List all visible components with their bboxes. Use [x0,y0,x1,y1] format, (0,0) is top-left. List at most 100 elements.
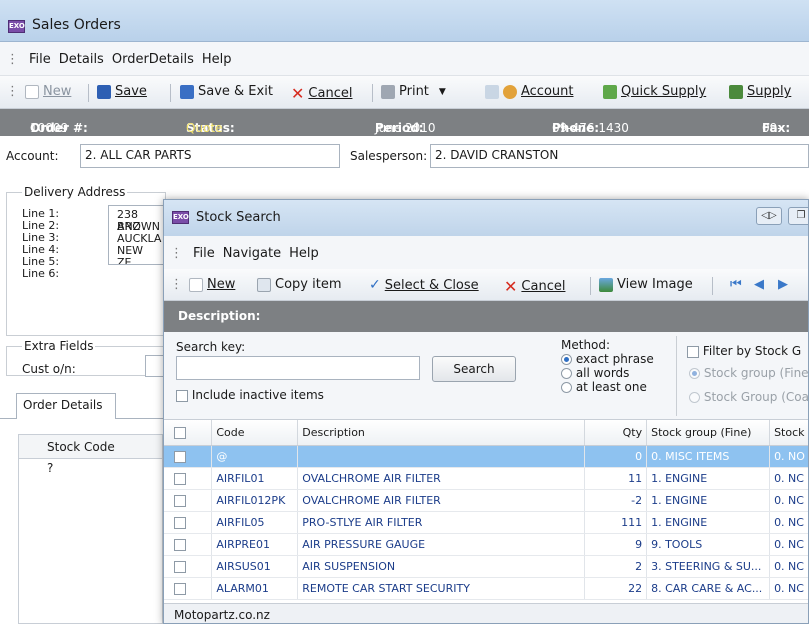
row-checkbox-cell[interactable] [164,555,213,578]
stock-group-coarse-radio[interactable]: Stock Group (Coa [689,390,808,404]
checkbox-icon [174,472,186,485]
stock-group-fine-column-header[interactable]: Stock group (Fine) [646,420,771,446]
search-button[interactable]: Search [432,356,516,382]
stock-group-fine-radio[interactable]: Stock group (Fine [689,366,808,380]
print-button[interactable]: Print ▼ [381,84,446,99]
select-close-button[interactable]: ✓ Select & Close [369,277,479,293]
description-cell [297,445,586,468]
filter-by-stock-group-checkbox[interactable]: Filter by Stock G [687,344,801,358]
result-row[interactable]: AIRSUS01 AIR SUSPENSION 2 3. STEERING & SU.… [164,555,808,578]
red-x-icon: ✕ [291,84,305,103]
checkbox-icon [687,345,699,358]
result-row[interactable]: AIRPRE01 AIR PRESSURE GAUGE 9 9. TOOLS 0. NC [164,533,808,556]
result-row[interactable]: AIRFIL05 PRO-STLYE AIR FILTER 111 1. ENGINE… [164,511,808,534]
save-button[interactable]: Save [97,84,147,99]
window-layout-button[interactable]: ◁▷ [756,207,782,225]
window-restore-button[interactable]: ❐ [788,207,808,225]
stock-group-cell: 3. STEERING & SU... [646,555,771,578]
description-cell: OVALCHROME AIR FILTER [297,489,586,512]
code-cell: AIRFIL01 [211,467,299,490]
window-title: Sales Orders [32,17,121,33]
cancel-label: Cancel [308,86,353,101]
select-all-header[interactable] [164,420,213,446]
code-column-header[interactable]: Code [211,420,299,446]
menu-orderdetails[interactable]: OrderDetails [112,52,194,67]
code-cell: AIRFIL012PK [211,489,299,512]
new-button[interactable]: ⋮ New [6,84,71,99]
copy-item-button[interactable]: Copy item [257,277,341,292]
order-line-row[interactable]: ? [19,459,162,475]
menu-details[interactable]: Details [59,52,104,67]
description-cell: AIR PRESSURE GAUGE [297,533,586,556]
qty-column-header[interactable]: Qty [584,420,648,446]
row-checkbox-cell[interactable] [164,467,213,490]
stock-search-window: EXO Stock Search ◁▷ ❐ ⋮ File Navigate He… [163,199,809,624]
printer-icon [381,84,395,99]
result-row[interactable]: AIRFIL012PK OVALCHROME AIR FILTER -2 1. ENG… [164,489,808,512]
new-document-icon [189,277,203,292]
stock-code-column-header[interactable]: Stock Code [19,435,162,459]
stock-search-menu-bar: ⋮ File Navigate Help [164,236,808,269]
new-label: New [207,277,236,292]
result-row[interactable]: AIRFIL01 OVALCHROME AIR FILTER 11 1. ENGINE… [164,467,808,490]
menu-help[interactable]: Help [202,52,232,67]
supply-button[interactable]: Supply [729,84,791,99]
tab-order-details[interactable]: Order Details [16,393,116,419]
save-label: Save [115,84,147,99]
description-cell: AIR SUSPENSION [297,555,586,578]
result-row[interactable]: @0 0. MISC ITEMS 0. NO [164,445,808,468]
dropdown-arrow-icon[interactable]: ▼ [439,87,446,97]
copy-item-label: Copy item [275,277,342,292]
code-cell: AIRFIL05 [211,511,299,534]
method-all-words-radio[interactable]: all words [561,366,654,380]
salesperson-field[interactable]: 2. DAVID CRANSTON [430,144,809,168]
save-exit-button[interactable]: Save & Exit [180,84,273,99]
delivery-address-field[interactable]: 238 ANZ BROWN AUCKLA NEW ZE [108,205,168,265]
qty-cell: 22 [584,577,648,600]
order-lines-grid: Stock Code ? [18,434,163,624]
menu-help[interactable]: Help [289,246,319,261]
stock-cell: 0. NC [769,555,808,578]
row-checkbox-cell[interactable] [164,445,213,468]
exo-app-icon: EXO [8,20,25,33]
toolbar-separator [712,277,713,295]
next-record-icon[interactable]: ▶ [778,277,788,292]
include-inactive-checkbox[interactable]: Include inactive items [176,388,324,402]
description-column-header[interactable]: Description [297,420,586,446]
account-button[interactable]: Account [485,84,574,99]
cust-on-field[interactable] [145,355,165,377]
account-field[interactable]: 2. ALL CAR PARTS [80,144,340,168]
cancel-label: Cancel [521,279,566,294]
previous-record-icon[interactable]: ◀ [754,277,764,292]
method-exact-phrase-radio[interactable]: exact phrase [561,352,654,366]
stock-cell: 0. NC [769,577,808,600]
menu-file[interactable]: File [193,246,215,261]
menu-navigate[interactable]: Navigate [223,246,281,261]
cancel-button[interactable]: ✕ Cancel [504,277,565,296]
row-checkbox-cell[interactable] [164,489,213,512]
method-at-least-one-radio[interactable]: at least one [561,380,654,394]
stock-group-cell: 1. ENGINE [646,467,771,490]
toolbar-grip-icon: ⋮ [170,277,183,292]
first-record-icon[interactable]: ⏮ [730,277,742,292]
delivery-address-title: Delivery Address [22,185,128,199]
new-label: New [43,84,72,99]
qty-cell: 2 [584,555,648,578]
radio-icon [561,368,572,379]
new-button[interactable]: ⋮ New [170,277,235,292]
row-checkbox-cell[interactable] [164,577,213,600]
qty-cell: 9 [584,533,648,556]
results-body: @0 0. MISC ITEMS 0. NO AIRFIL01 OVALCHROME A… [164,445,808,600]
stock-column-header[interactable]: Stock [769,420,808,446]
cancel-button[interactable]: ✕ Cancel [291,84,352,103]
search-key-label: Search key: [176,340,246,354]
row-checkbox-cell[interactable] [164,511,213,534]
print-label: Print [399,84,429,99]
search-key-input[interactable] [176,356,420,380]
method-label: Method: [561,338,611,352]
result-row[interactable]: ALARM01 REMOTE CAR START SECURITY 22 8. CAR… [164,577,808,600]
row-checkbox-cell[interactable] [164,533,213,556]
view-image-button[interactable]: View Image [599,277,693,292]
quick-supply-button[interactable]: Quick Supply [603,84,706,99]
menu-file[interactable]: File [29,52,51,67]
